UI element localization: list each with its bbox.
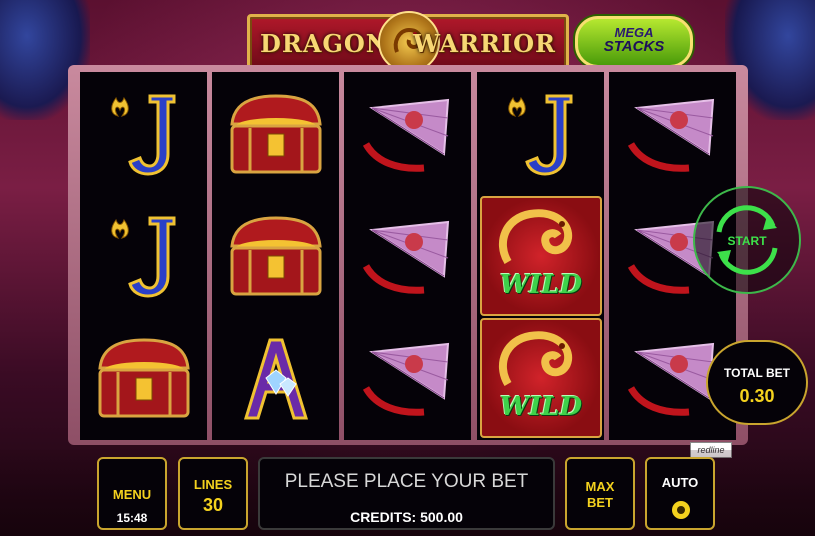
- symbol-chest: [212, 72, 339, 194]
- reel-4: WILD WILD: [477, 72, 604, 440]
- lines-label: LINES: [193, 477, 233, 492]
- symbol-wild: WILD: [477, 316, 604, 438]
- reel-3: [344, 72, 471, 440]
- folding-fan-icon: [627, 98, 715, 172]
- max-bet-button[interactable]: MAX BET: [565, 457, 635, 530]
- symbol-fan: [344, 316, 471, 438]
- wild-background: WILD: [480, 318, 602, 438]
- golden-dragon-icon: [499, 331, 573, 387]
- menu-label: MENU: [112, 487, 152, 502]
- symbol-fan: [344, 72, 471, 194]
- treasure-chest-icon: [230, 94, 322, 174]
- credits-display: CREDITS: 500.00: [260, 509, 553, 525]
- credits-value: 500.00: [420, 509, 463, 525]
- symbol-jack: [477, 72, 604, 194]
- symbol-fan: [609, 72, 736, 194]
- symbol-ace: [212, 316, 339, 438]
- message-panel: PLEASE PLACE YOUR BET CREDITS: 500.00: [258, 457, 555, 530]
- ace-icon: [243, 338, 309, 420]
- reel-1: [80, 72, 207, 440]
- symbol-jack: [80, 72, 207, 194]
- mega-stacks-badge: MEGA STACKS: [575, 16, 693, 68]
- symbol-chest: [212, 194, 339, 316]
- lines-value: 30: [202, 495, 224, 515]
- logo-title-right: WARRIOR: [412, 29, 556, 58]
- symbol-fan: [344, 194, 471, 316]
- autoplay-toggle-icon[interactable]: [672, 501, 690, 519]
- lines-button[interactable]: LINES 30: [178, 457, 248, 530]
- folding-fan-icon: [362, 342, 450, 416]
- symbol-jack: [80, 194, 207, 316]
- bet-label: BET: [587, 495, 613, 510]
- reel-area: WILD WILD: [80, 72, 736, 440]
- total-bet-value: 0.30: [739, 386, 775, 406]
- folding-fan-icon: [362, 98, 450, 172]
- clock-display: 15:48: [116, 511, 148, 525]
- reel-2: [212, 72, 339, 440]
- wild-label: WILD: [499, 392, 583, 422]
- stacks-label: STACKS: [603, 38, 665, 55]
- symbol-chest: [80, 316, 207, 438]
- auto-label: AUTO: [661, 475, 699, 490]
- total-bet-display: TOTAL BET 0.30: [706, 340, 808, 425]
- symbol-wild: WILD: [477, 194, 604, 316]
- menu-button[interactable]: MENU 15:48: [97, 457, 167, 530]
- treasure-chest-icon: [230, 216, 322, 296]
- credits-label: CREDITS:: [350, 509, 417, 525]
- folding-fan-icon: [362, 220, 450, 294]
- jack-icon: [111, 94, 176, 176]
- status-message: PLEASE PLACE YOUR BET: [284, 471, 529, 492]
- treasure-chest-icon: [98, 338, 190, 418]
- wild-label: WILD: [499, 270, 583, 300]
- start-spin-button[interactable]: START: [693, 186, 801, 294]
- jack-icon: [111, 216, 176, 298]
- autoplay-button[interactable]: AUTO: [645, 457, 715, 530]
- logo-title-left: DRAGON: [260, 29, 389, 58]
- max-label: MAX: [585, 479, 615, 494]
- game-logo: DRAGON WARRIOR: [247, 11, 569, 73]
- toggle-knob: [677, 506, 685, 514]
- golden-dragon-icon: [499, 209, 573, 265]
- wild-background: WILD: [480, 196, 602, 316]
- start-label: START: [727, 234, 767, 248]
- jack-icon: [508, 94, 573, 176]
- total-bet-label: TOTAL BET: [724, 366, 790, 380]
